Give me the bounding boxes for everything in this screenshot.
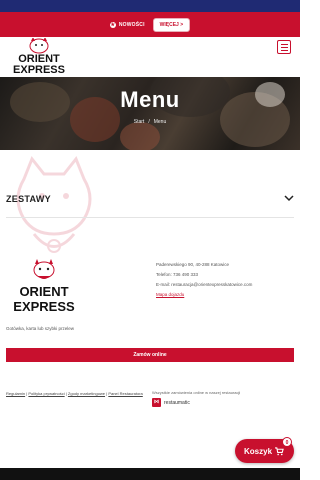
- footer-logo-line1: ORIENT: [19, 284, 68, 299]
- orient-express-logo[interactable]: ORIENT EXPRESS: [6, 38, 72, 76]
- footer-links: Regulamin | Polityka prywatności | Zgody…: [6, 391, 143, 396]
- phone[interactable]: Telefon: 736 490 333: [156, 272, 198, 277]
- logo-line2: EXPRESS: [13, 64, 65, 76]
- chevron-down-icon[interactable]: [284, 193, 294, 203]
- order-online-button[interactable]: Zamów online: [6, 348, 294, 362]
- restaumatic-name: restaumatic: [164, 399, 190, 406]
- terms-link[interactable]: Regulamin: [6, 391, 25, 396]
- platform-note: Wszystkie zamówienia online w naszej res…: [152, 390, 241, 395]
- page-title: Menu: [120, 87, 180, 112]
- news-label: ★ NOWOŚCI: [109, 21, 145, 28]
- breadcrumb-separator: /: [148, 119, 150, 125]
- more-button[interactable]: WIĘCEJ >: [152, 17, 191, 32]
- top-strip: [0, 0, 300, 12]
- marketing-consents-link[interactable]: Zgody marketingowe: [68, 391, 105, 396]
- restaurant-panel-link[interactable]: Panel Restauratora: [108, 391, 142, 396]
- category-title[interactable]: ZESTAWY: [6, 194, 51, 204]
- restaumatic-icon: ⋈: [152, 398, 161, 407]
- cart-icon: [275, 446, 284, 455]
- address: Paderewskiego 90, 40-288 Katowice: [156, 262, 230, 267]
- news-text: NOWOŚCI: [118, 21, 145, 28]
- orient-express-footer-logo: ORIENT EXPRESS: [13, 259, 75, 314]
- privacy-link[interactable]: Polityka prywatności: [28, 391, 64, 396]
- hamburger-menu-icon[interactable]: [277, 40, 291, 54]
- restaumatic-badge[interactable]: ⋈ restaumatic: [152, 398, 190, 407]
- cart-label: Koszyk: [244, 446, 273, 456]
- news-banner: ★ NOWOŚCI WIĘCEJ >: [0, 12, 300, 37]
- site-header: ORIENT EXPRESS: [0, 37, 300, 77]
- directions-link[interactable]: Mapa dojazdu: [156, 292, 184, 297]
- email[interactable]: E-mail: restauracja@orientexpresskatowic…: [156, 282, 252, 287]
- breadcrumb-home[interactable]: Start: [134, 119, 145, 125]
- divider: [6, 217, 294, 218]
- payment-methods: Gotówka, karta lub szybki przelew: [6, 326, 75, 331]
- bottom-strip: [0, 468, 300, 480]
- breadcrumb-current: Menu: [153, 119, 167, 125]
- lucky-cat-watermark-icon: [16, 156, 92, 253]
- breadcrumb: Start / Menu: [0, 119, 300, 125]
- star-icon: ★: [109, 21, 116, 28]
- footer-logo-line2: EXPRESS: [13, 299, 75, 314]
- cart-count-badge: 0: [282, 437, 292, 447]
